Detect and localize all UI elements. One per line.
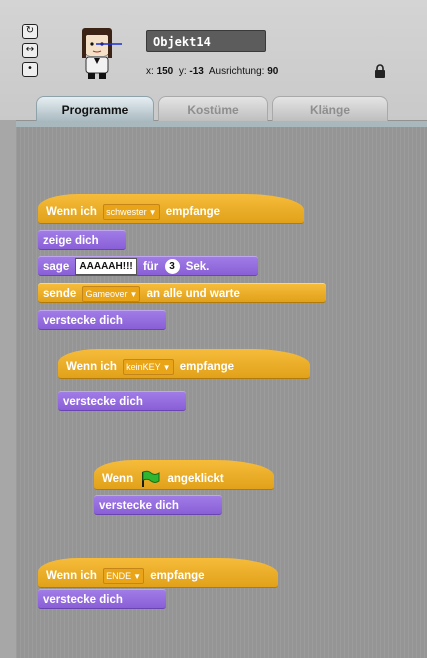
green-flag-icon [142, 470, 160, 487]
tab-programme[interactable]: Programme [36, 96, 154, 122]
message-value: keinKEY [126, 362, 161, 372]
direction-value: 90 [267, 66, 279, 77]
hat-suffix: empfange [150, 570, 205, 583]
scripts-area[interactable]: Wenn ich schwester ▼ empfange zeige dich … [16, 127, 427, 658]
left-right-flip-icon[interactable]: ↔ [22, 43, 38, 58]
message-dropdown[interactable]: schwester ▼ [103, 204, 160, 220]
hat-label: Wenn [102, 473, 134, 486]
sprite-info-header: ↻ ↔ • Objekt14 x: 150 y: -13 Ausrichtung… [0, 0, 427, 122]
seconds-unit: Sek. [185, 261, 210, 273]
when-i-receive-hat-block[interactable]: Wenn ich ENDE ▼ empfange [38, 558, 278, 588]
message-dropdown[interactable]: keinKEY ▼ [123, 359, 174, 375]
say-text-input[interactable]: AAAAAH!!! [75, 258, 137, 276]
dropdown-arrow-icon: ▼ [162, 363, 171, 372]
rotate-all-around-icon[interactable]: ↻ [22, 24, 38, 39]
x-label: x: [146, 66, 154, 77]
y-label: y: [178, 66, 187, 77]
seconds-input[interactable]: 3 [164, 259, 180, 275]
dropdown-arrow-icon: ▼ [133, 572, 142, 581]
send-label: sende [43, 288, 77, 300]
dropdown-arrow-icon: ▼ [148, 208, 157, 217]
say-for-secs-block[interactable]: sage AAAAAH!!! für 3 Sek. [38, 256, 258, 276]
message-value: ENDE [106, 571, 132, 581]
sprite-name-field[interactable]: Objekt14 [146, 30, 266, 52]
broadcast-message-value: Gameover [85, 288, 128, 299]
hat-label: Wenn ich [66, 361, 117, 374]
y-value: -13 [189, 66, 204, 77]
show-block[interactable]: zeige dich [38, 230, 126, 250]
no-rotate-icon[interactable]: • [22, 62, 38, 77]
hat-label: Wenn ich [46, 570, 97, 583]
sprite-coordinates: x: 150 y: -13 Ausrichtung: 90 [146, 66, 278, 77]
x-value: 150 [156, 66, 174, 77]
lock-icon[interactable] [374, 64, 386, 78]
hide-block[interactable]: verstecke dich [58, 391, 186, 411]
hat-suffix: angeklickt [167, 473, 224, 486]
tab-klaenge[interactable]: Klänge [272, 96, 388, 122]
broadcast-message-dropdown[interactable]: Gameover ▼ [82, 285, 141, 302]
hat-suffix: empfange [165, 206, 221, 219]
send-suffix: an alle und warte [146, 288, 240, 300]
dropdown-arrow-icon: ▼ [129, 289, 138, 299]
message-dropdown[interactable]: ENDE ▼ [103, 568, 145, 584]
hide-block[interactable]: verstecke dich [38, 589, 166, 609]
sprite-thumbnail [82, 28, 122, 79]
broadcast-and-wait-block[interactable]: sende Gameover ▼ an alle und warte [38, 283, 326, 303]
when-i-receive-hat-block[interactable]: Wenn ich schwester ▼ empfange [38, 194, 304, 224]
hide-block[interactable]: verstecke dich [38, 310, 166, 330]
hide-block[interactable]: verstecke dich [94, 495, 222, 515]
scratch-sprite-editor: ↻ ↔ • Objekt14 x: 150 y: -13 Ausrichtung… [0, 0, 427, 658]
for-label: für [142, 261, 159, 273]
hat-label: Wenn ich [46, 206, 97, 219]
when-i-receive-hat-block[interactable]: Wenn ich keinKEY ▼ empfange [58, 349, 310, 379]
say-label: sage [43, 261, 70, 273]
tab-kostueme[interactable]: Kostüme [158, 96, 268, 122]
when-flag-clicked-hat-block[interactable]: Wenn angeklickt [94, 460, 274, 490]
message-value: schwester [106, 207, 147, 217]
script-area-left-edge [0, 120, 16, 658]
direction-label: Ausrichtung: [208, 66, 265, 77]
hat-suffix: empfange [179, 361, 235, 374]
